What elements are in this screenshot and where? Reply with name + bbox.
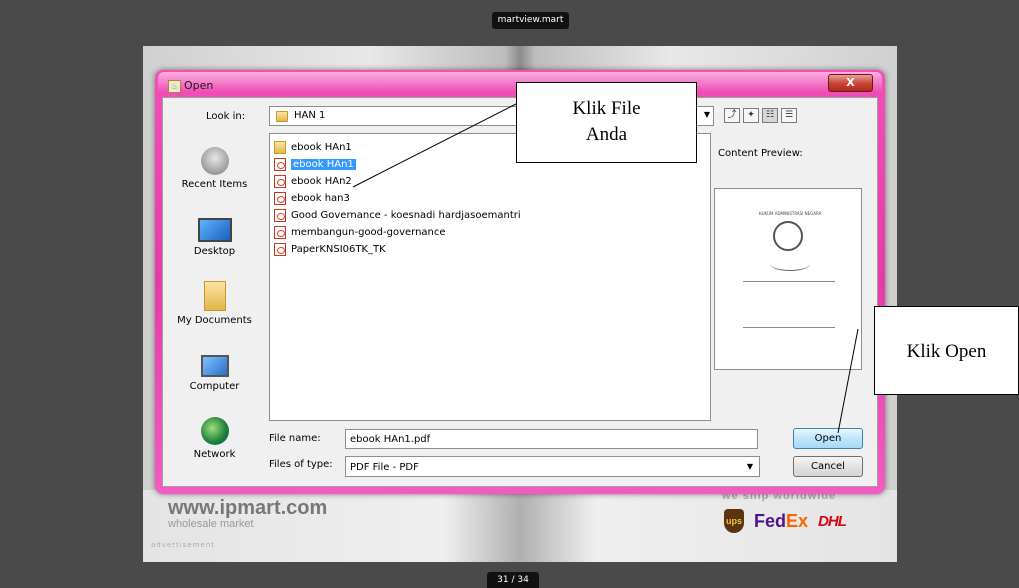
callout-klik-open: Klik Open — [874, 306, 1019, 395]
callout-leader-lines — [352, 103, 859, 434]
callout-file-leader — [352, 103, 517, 188]
callout-open-leader — [837, 328, 859, 434]
callout-file-line1: Klik File — [572, 98, 641, 119]
callout-klik-file: Klik File Anda — [516, 82, 697, 163]
page-counter: 31 / 34 — [487, 572, 539, 588]
callout-file-line2: Anda — [585, 124, 628, 145]
